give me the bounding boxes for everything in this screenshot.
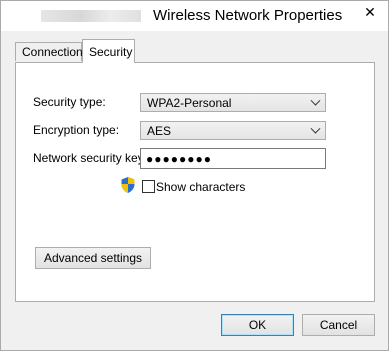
tab-connection[interactable]: Connection — [15, 42, 83, 61]
ok-label: OK — [248, 318, 267, 332]
encryption-type-select[interactable]: AES — [140, 121, 326, 140]
ok-button[interactable]: OK — [221, 314, 294, 336]
security-type-select[interactable]: WPA2-Personal — [140, 93, 326, 112]
security-panel: Security type: WPA2-Personal Encryption … — [15, 62, 375, 302]
network-name-redacted — [41, 10, 141, 22]
advanced-settings-button[interactable]: Advanced settings — [35, 247, 151, 269]
dialog-window: Wireless Network Properties ✕ Connection… — [0, 0, 389, 351]
network-key-value: ●●●●●●●● — [146, 151, 212, 166]
tab-security-label: Security — [89, 44, 133, 59]
close-icon: ✕ — [364, 3, 376, 20]
security-type-value: WPA2-Personal — [147, 95, 232, 110]
encryption-type-label: Encryption type: — [33, 123, 120, 137]
chevron-down-icon — [310, 123, 321, 134]
tab-security[interactable]: Security — [82, 39, 135, 63]
show-characters-checkbox[interactable] — [142, 180, 155, 193]
cancel-button[interactable]: Cancel — [302, 314, 375, 336]
network-key-field[interactable]: ●●●●●●●● — [140, 148, 326, 169]
tab-connection-label: Connection — [22, 45, 83, 59]
window-title: Wireless Network Properties — [153, 7, 343, 24]
network-key-label: Network security key — [33, 151, 144, 165]
security-type-label: Security type: — [33, 95, 106, 109]
advanced-settings-label: Advanced settings — [43, 251, 143, 265]
close-button[interactable]: ✕ — [353, 2, 387, 22]
uac-shield-icon — [121, 177, 135, 193]
chevron-down-icon — [310, 95, 321, 106]
encryption-type-value: AES — [147, 123, 172, 138]
show-characters-label[interactable]: Show characters — [156, 180, 245, 194]
title-bar: Wireless Network Properties ✕ — [1, 1, 388, 31]
cancel-label: Cancel — [319, 318, 358, 332]
